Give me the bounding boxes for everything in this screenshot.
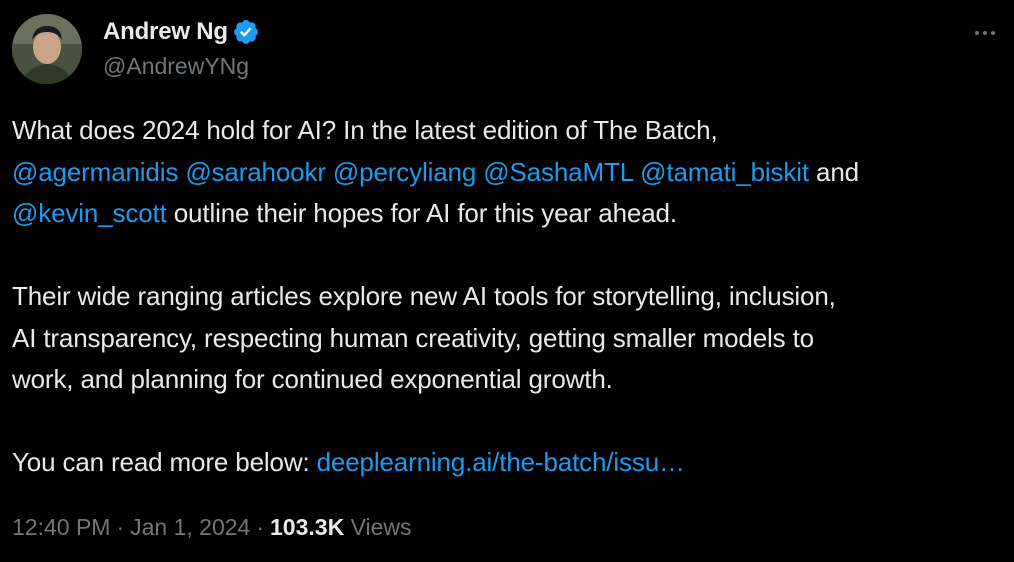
tweet-line: @agermanidis @sarahookr @percyliang @Sas…: [12, 152, 1002, 194]
tweet-text-segment: AI transparency, respecting human creati…: [12, 322, 814, 353]
name-row: Andrew Ng: [103, 15, 260, 49]
tweet-text-segment: outline their hopes for AI for this year…: [173, 198, 677, 228]
more-dot-icon: [983, 31, 987, 35]
tweet-line: You can read more below: deeplearning.ai…: [12, 442, 1002, 484]
tweet-line: Their wide ranging articles explore new …: [12, 276, 1002, 318]
mention-link[interactable]: @tamati_biskit: [640, 157, 809, 187]
more-options-button[interactable]: [968, 18, 1002, 48]
avatar[interactable]: [12, 14, 82, 84]
tweet-text-segment: You can read more below:: [12, 447, 310, 477]
tweet-text-segment: What does 2024 hold for AI? In the lates…: [12, 115, 718, 145]
tweet-card: Andrew Ng @AndrewYNg What does 2024 hold…: [0, 0, 1014, 562]
meta-separator: ·: [256, 514, 265, 540]
tweet-text: What does 2024 hold for AI? In the lates…: [12, 110, 1002, 484]
author-info: Andrew Ng @AndrewYNg: [103, 15, 260, 80]
tweet-text-segment: Their wide ranging articles explore new …: [12, 281, 836, 311]
tweet-line: @kevin_scott outline their hopes for AI …: [12, 193, 1002, 235]
tweet-line: AI transparency, respecting human creati…: [12, 318, 1002, 360]
external-link[interactable]: deeplearning.ai/the-batch/issu…: [317, 447, 685, 477]
views-label[interactable]: Views: [351, 514, 412, 541]
mention-link[interactable]: @sarahookr: [185, 157, 326, 187]
tweet-text-segment: work, and planning for continued exponen…: [12, 364, 613, 394]
tweet-date[interactable]: Jan 1, 2024: [130, 514, 250, 541]
verified-badge-icon[interactable]: [232, 18, 260, 46]
author-handle[interactable]: @AndrewYNg: [103, 53, 260, 80]
tweet-meta: 12:40 PM · Jan 1, 2024 · 103.3K Views: [12, 514, 412, 541]
mention-link[interactable]: @SashaMTL: [483, 157, 633, 187]
display-name[interactable]: Andrew Ng: [103, 18, 228, 46]
views-count[interactable]: 103.3K: [270, 514, 344, 541]
mention-link[interactable]: @kevin_scott: [12, 198, 167, 228]
tweet-line: What does 2024 hold for AI? In the lates…: [12, 110, 1002, 152]
tweet-text-segment: and: [816, 156, 859, 187]
more-dot-icon: [975, 31, 979, 35]
more-dot-icon: [991, 31, 995, 35]
mention-link[interactable]: @agermanidis: [12, 157, 178, 187]
meta-separator: ·: [116, 514, 125, 540]
tweet-line: work, and planning for continued exponen…: [12, 359, 1002, 401]
mention-link[interactable]: @percyliang: [333, 157, 476, 187]
tweet-time[interactable]: 12:40 PM: [12, 514, 110, 541]
